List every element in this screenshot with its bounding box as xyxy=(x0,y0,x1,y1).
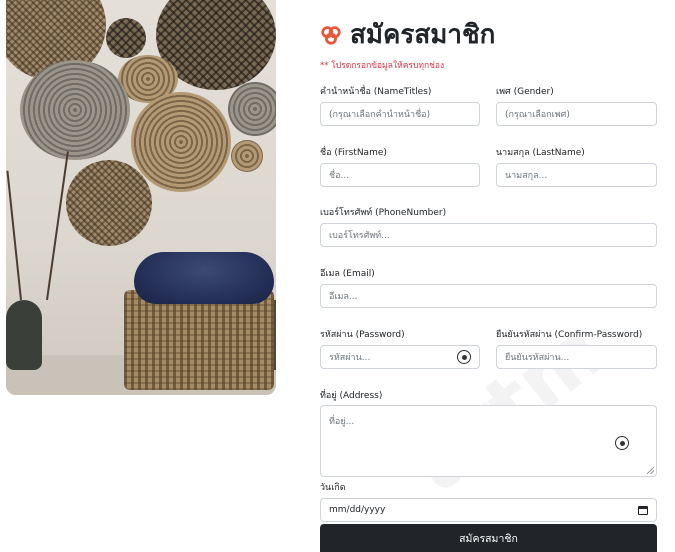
required-note: ** โปรดกรอกข้อมูลให้ครบทุกช่อง xyxy=(320,61,445,71)
address-placeholder: ที่อยู่... xyxy=(329,417,355,427)
name-titles-label: คำนำหน้าชื่อ (NameTitles) xyxy=(320,87,432,97)
phone-label: เบอร์โทรศัพท์ (PhoneNumber) xyxy=(320,208,447,218)
submit-button[interactable]: สมัครสมาชิก xyxy=(320,524,657,552)
branch-decor xyxy=(46,151,69,301)
basket-decor xyxy=(106,18,146,58)
password-input[interactable]: รหัสผ่าน... xyxy=(320,345,480,369)
eye-icon[interactable] xyxy=(615,436,629,450)
birthdate-label: วันเกิด xyxy=(320,483,346,493)
gender-select[interactable]: (กรุณาเลือกเพศ) xyxy=(496,102,657,126)
password-placeholder: รหัสผ่าน... xyxy=(329,353,371,363)
first-name-placeholder: ชื่อ... xyxy=(329,171,350,181)
address-label: ที่อยู่ (Address) xyxy=(320,391,383,401)
last-name-placeholder: นามสกุล... xyxy=(505,171,548,181)
page-title: สมัครสมาชิก xyxy=(320,14,495,55)
gender-label: เพศ (Gender) xyxy=(496,87,554,97)
email-label: อีเมล (Email) xyxy=(320,269,375,279)
page-title-text: สมัครสมาชิก xyxy=(350,20,496,50)
email-placeholder: อีเมล... xyxy=(329,292,358,302)
confirm-password-placeholder: ยืนยันรหัสผ่าน... xyxy=(505,353,570,363)
resize-handle[interactable] xyxy=(647,467,654,474)
confirm-password-label: ยืนยันรหัสผ่าน (Confirm-Password) xyxy=(496,330,643,340)
basket-decor xyxy=(66,160,152,246)
calendar-icon[interactable] xyxy=(638,505,648,515)
basket-decor xyxy=(228,82,276,136)
first-name-input[interactable]: ชื่อ... xyxy=(320,163,480,187)
rattan-stool xyxy=(124,290,274,390)
eye-icon[interactable] xyxy=(457,350,471,364)
email-input[interactable]: อีเมล... xyxy=(320,284,657,308)
branch-decor xyxy=(6,170,22,301)
gender-value: (กรุณาเลือกเพศ) xyxy=(505,110,570,120)
vase-decor xyxy=(6,300,42,370)
last-name-input[interactable]: นามสกุล... xyxy=(496,163,657,187)
phone-placeholder: เบอร์โทรศัพท์... xyxy=(329,231,390,241)
hero-photo xyxy=(6,0,276,395)
last-name-label: นามสกุล (LastName) xyxy=(496,148,585,158)
name-titles-select[interactable]: (กรุณาเลือกคำนำหน้าชื่อ) xyxy=(320,102,480,126)
address-textarea[interactable]: ที่อยู่... xyxy=(320,405,657,477)
basket-decor xyxy=(131,92,231,192)
password-label: รหัสผ่าน (Password) xyxy=(320,330,405,340)
phone-input[interactable]: เบอร์โทรศัพท์... xyxy=(320,223,657,247)
basket-decor xyxy=(20,60,130,160)
chain-link-icon xyxy=(321,25,341,45)
birthdate-placeholder: mm/dd/yyyy xyxy=(329,505,386,515)
confirm-password-input[interactable]: ยืนยันรหัสผ่าน... xyxy=(496,345,657,369)
first-name-label: ชื่อ (FirstName) xyxy=(320,148,387,158)
birthdate-input[interactable]: mm/dd/yyyy xyxy=(320,498,657,522)
blue-pillow xyxy=(134,252,274,304)
name-titles-value: (กรุณาเลือกคำนำหน้าชื่อ) xyxy=(329,110,431,120)
basket-decor xyxy=(231,140,263,172)
